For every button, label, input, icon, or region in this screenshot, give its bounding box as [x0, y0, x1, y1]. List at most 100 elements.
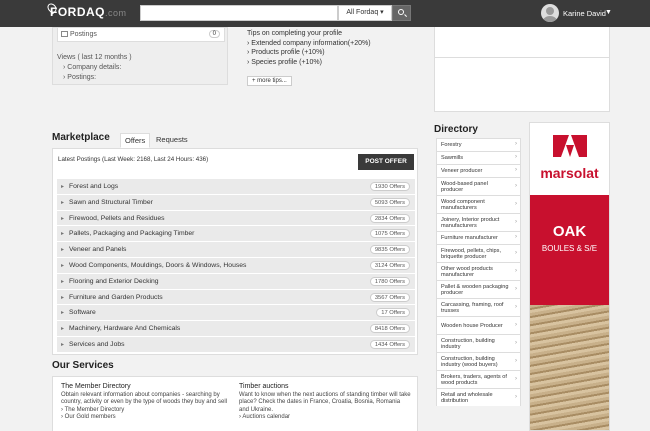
chevron-right-icon: › [515, 303, 517, 310]
directory-item[interactable]: Veneer producer › [436, 164, 521, 177]
directory-item[interactable]: Joinery, Interior product manufacturers › [436, 213, 521, 231]
category-name: Flooring and Exterior Decking [69, 277, 159, 285]
tip-item[interactable]: Species profile (+10%) [247, 58, 427, 68]
category-name: Software [69, 309, 96, 317]
views-item: Postings: [57, 73, 132, 83]
directory-item[interactable]: Other wood products manufacturer › [436, 262, 521, 280]
category-row[interactable]: ▸ Furniture and Garden Products 3567 Offer… [57, 289, 415, 306]
tip-item[interactable]: Extended company information(+20%) [247, 39, 427, 49]
services-panel: The Member Directory Obtain relevant inf… [52, 376, 418, 431]
directory-item-label: Pallet & wooden packaging producer [441, 283, 509, 296]
service-link[interactable]: The Member Directory [61, 407, 233, 415]
category-row[interactable]: ▸ Software 17 Offers [57, 305, 415, 322]
offers-count-badge[interactable]: 1780 Offers [369, 276, 410, 286]
offers-count-badge[interactable]: 8418 Offers [369, 324, 410, 334]
avatar[interactable] [541, 4, 559, 22]
category-name: Sawn and Structural Timber [69, 198, 153, 206]
category-row[interactable]: ▸ Flooring and Exterior Decking 1780 Offer… [57, 273, 415, 290]
offers-count-badge[interactable]: 1075 Offers [369, 229, 410, 239]
offers-count-badge[interactable]: 3124 Offers [369, 260, 410, 270]
tab-offers[interactable]: Offers [120, 133, 150, 148]
postings-row[interactable]: Postings 0 [57, 28, 225, 42]
category-row[interactable]: ▸ Machinery, Hardware And Chemicals 8418 O… [57, 321, 415, 337]
directory-title: Directory [434, 124, 478, 135]
user-name[interactable]: Karine David [563, 9, 606, 18]
chevron-right-icon: › [515, 285, 517, 292]
directory-item-label: Joinery, Interior product manufacturers [441, 216, 500, 229]
directory-item[interactable]: Firewood, pellets, chips, briquette prod… [436, 244, 521, 262]
offers-count-badge[interactable]: 1434 Offers [369, 339, 410, 349]
chevron-right-icon: › [515, 339, 517, 346]
site-logo[interactable]: FORDAQ.com [50, 5, 127, 19]
category-row[interactable]: ▸ Firewood, Pellets and Residues 2834 Offe… [57, 210, 415, 227]
service-link[interactable]: Our Gold members [61, 414, 233, 422]
directory-item-label: Retail and wholesale distribution [441, 391, 493, 404]
divider [435, 57, 609, 58]
top-bar: FORDAQ.com All Fordaq ▾ Karine David ▼ [0, 0, 650, 27]
directory-item-label: Carcassing, framing, roof trusses [441, 301, 504, 314]
advert-banner[interactable]: marsolat OAK BOULES & S/E [529, 122, 610, 431]
directory-item[interactable]: Brokers, traders, agents of wood product… [436, 370, 521, 388]
chevron-right-icon: ▸ [61, 215, 65, 222]
service-title[interactable]: The Member Directory [61, 383, 233, 391]
offers-count-badge[interactable]: 5093 Offers [369, 197, 410, 207]
category-name: Firewood, Pellets and Residues [69, 214, 165, 222]
postings-count: 0 [208, 30, 220, 38]
category-row[interactable]: ▸ Pallets, Packaging and Packaging Timber… [57, 226, 415, 243]
offers-count-badge[interactable]: 1930 Offers [369, 182, 410, 191]
offers-count-badge[interactable]: 2834 Offers [369, 213, 410, 223]
chevron-right-icon: › [515, 182, 517, 189]
directory-item[interactable]: Retail and wholesale distribution › [436, 388, 521, 406]
post-offer-button[interactable]: POST OFFER [358, 154, 414, 170]
chevron-right-icon: › [515, 141, 517, 147]
directory-item-label: Furniture manufacturer [441, 235, 498, 241]
category-row[interactable]: ▸ Veneer and Panels 9835 Offers [57, 242, 415, 258]
search-button[interactable] [392, 5, 411, 21]
category-row[interactable]: ▸ Forest and Logs 1930 Offers [57, 179, 415, 195]
directory-item[interactable]: Wooden house Producer › [436, 316, 521, 334]
chevron-down-icon[interactable]: ▼ [605, 9, 612, 16]
more-tips-button[interactable]: + more tips... [247, 76, 292, 86]
search-scope-select[interactable]: All Fordaq ▾ [338, 5, 392, 21]
chevron-right-icon: ▸ [61, 262, 65, 269]
search-input[interactable] [140, 5, 338, 21]
category-row[interactable]: ▸ Services and Jobs 1434 Offers [57, 336, 415, 353]
category-row[interactable]: ▸ Sawn and Structural Timber 5093 Offers [57, 194, 415, 211]
directory-item[interactable]: Construction, building industry (wood bu… [436, 352, 521, 370]
services-title: Our Services [52, 360, 114, 371]
directory-item[interactable]: Wood-based panel producer › [436, 177, 521, 195]
directory-item-label: Construction, building industry [441, 337, 495, 350]
directory-item[interactable]: Forestry › [436, 138, 521, 151]
chevron-right-icon: › [515, 375, 517, 382]
tip-item[interactable]: Products profile (+10%) [247, 48, 427, 58]
chevron-right-icon: › [515, 357, 517, 364]
offers-count-badge[interactable]: 9835 Offers [369, 245, 410, 255]
service-text: Want to know when the next auctions of s… [239, 391, 411, 413]
service-title[interactable]: Timber auctions [239, 383, 411, 391]
chevron-right-icon: › [515, 267, 517, 274]
tab-requests[interactable]: Requests [152, 133, 192, 148]
chevron-right-icon: › [515, 393, 517, 400]
ad-wood-image [530, 305, 609, 430]
category-name: Veneer and Panels [69, 246, 127, 254]
category-name: Wood Components, Mouldings, Doors & Wind… [69, 261, 247, 269]
directory-item[interactable]: Furniture manufacturer › [436, 231, 521, 244]
chevron-right-icon: ▸ [61, 184, 65, 190]
ad-brand: marsolat [540, 165, 599, 181]
category-row[interactable]: ▸ Wood Components, Mouldings, Doors & Win… [57, 257, 415, 274]
category-name: Furniture and Garden Products [69, 293, 163, 301]
service-link[interactable]: Auctions calendar [239, 414, 411, 422]
chevron-right-icon: ▸ [61, 278, 65, 285]
tips-title: Tips on completing your profile [247, 30, 343, 37]
directory-item[interactable]: Sawmills › [436, 151, 521, 164]
directory-item[interactable]: Carcassing, framing, roof trusses › [436, 298, 521, 316]
directory-item[interactable]: Construction, building industry › [436, 334, 521, 352]
service-member-directory: The Member Directory Obtain relevant inf… [61, 383, 233, 422]
offers-count-badge[interactable]: 17 Offers [376, 308, 410, 318]
offers-count-badge[interactable]: 3567 Offers [369, 292, 410, 302]
views-item: Company details: [57, 63, 132, 73]
directory-item[interactable]: Pallet & wooden packaging producer › [436, 280, 521, 298]
directory-item-label: Wood component manufacturers [441, 198, 485, 211]
directory-item[interactable]: Wood component manufacturers › [436, 195, 521, 213]
chevron-right-icon: › [515, 154, 517, 160]
